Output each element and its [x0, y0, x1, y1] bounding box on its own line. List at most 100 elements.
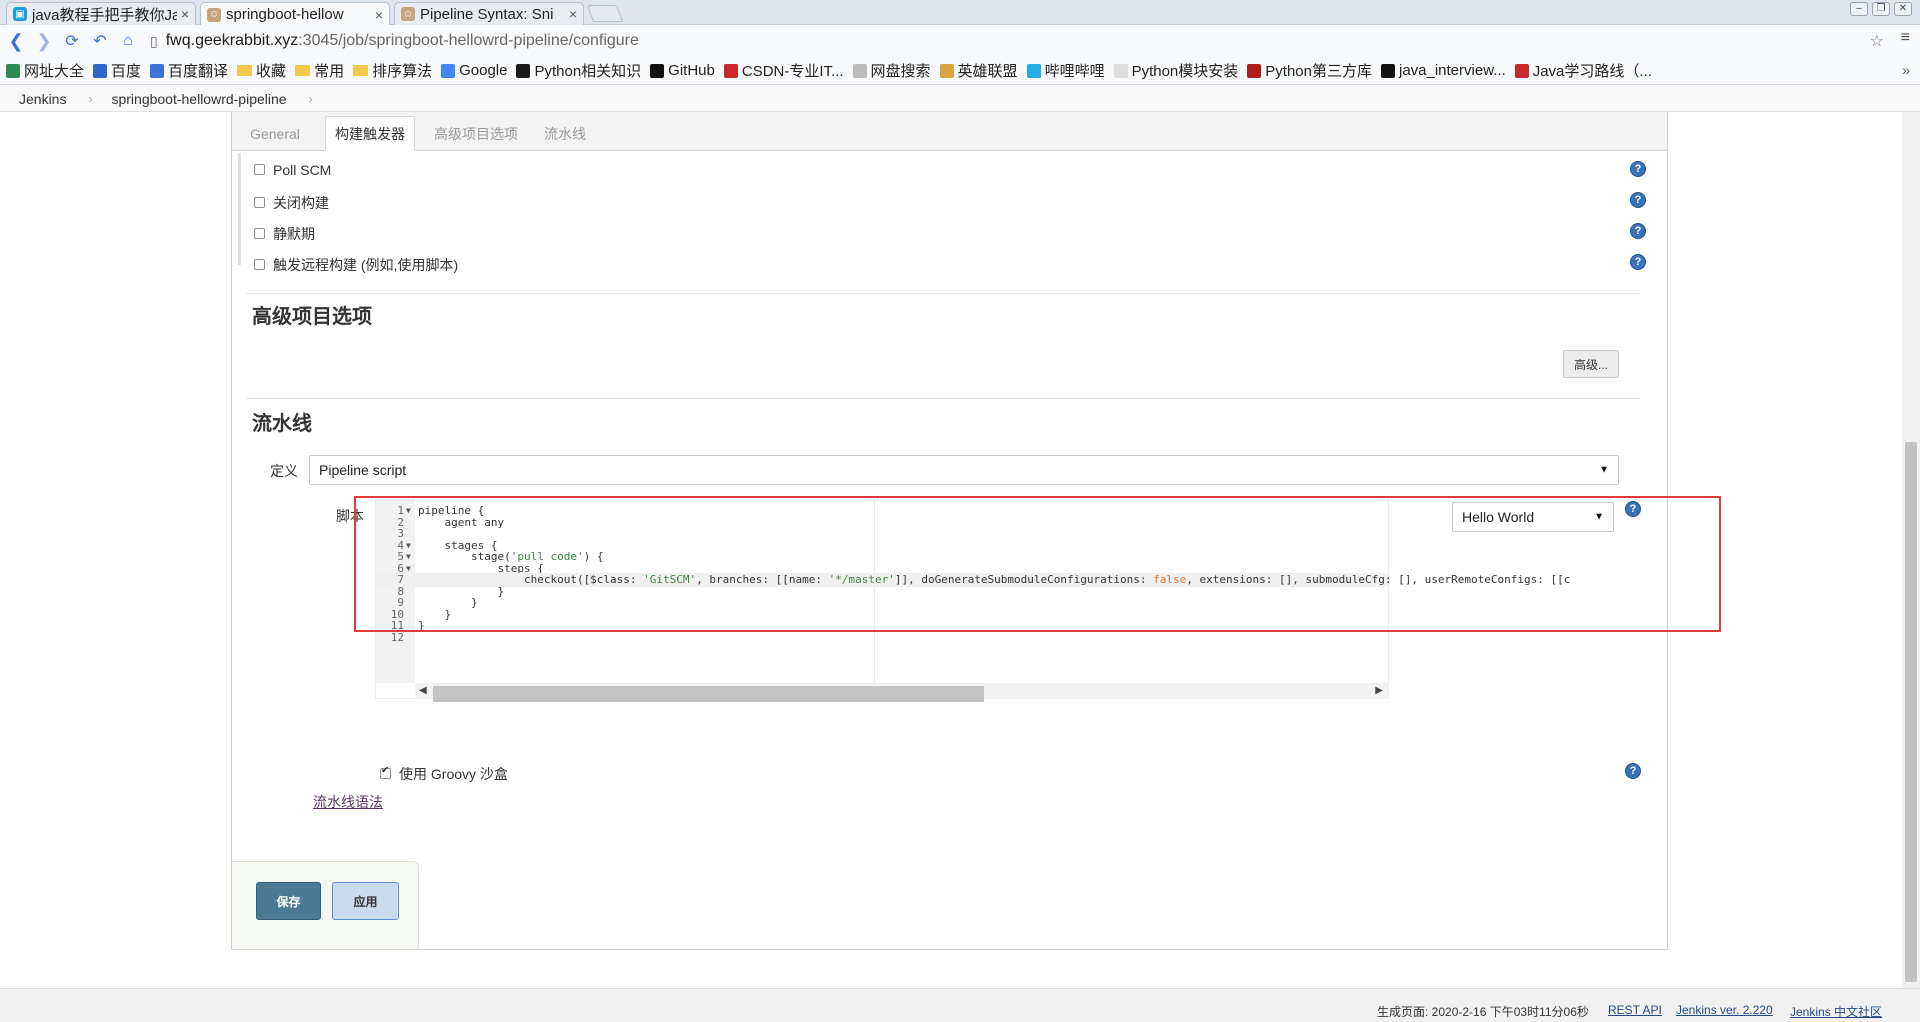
page-vertical-scrollbar[interactable]: [1902, 112, 1920, 988]
disable-build-checkbox[interactable]: [254, 196, 265, 208]
bookmark-label: GitHub: [668, 62, 715, 79]
tab-advanced-options[interactable]: 高级项目选项: [428, 116, 524, 151]
url-field[interactable]: ▯ fwq.geekrabbit.xyz:3045/job/springboot…: [150, 32, 639, 50]
quiet-period-checkbox[interactable]: [254, 227, 265, 239]
restore-icon[interactable]: ❐: [1872, 2, 1890, 16]
refresh-icon[interactable]: ⟳: [60, 31, 84, 51]
groovy-sandbox-label: 使用 Groovy 沙盒: [399, 766, 508, 782]
csdn-icon: [1514, 63, 1529, 78]
bookmark-item[interactable]: 排序算法: [353, 60, 432, 81]
bookmark-label: 百度翻译: [168, 63, 229, 80]
pipeline-section-title: 流水线: [252, 413, 312, 435]
chevron-right-icon[interactable]: ›: [88, 92, 92, 106]
rest-api-link[interactable]: REST API: [1608, 1003, 1662, 1017]
close-icon[interactable]: ×: [375, 7, 383, 23]
browser-tab-3[interactable]: ☺ Pipeline Syntax: Sni ×: [394, 2, 584, 25]
close-icon[interactable]: ×: [569, 6, 577, 22]
breadcrumb-job[interactable]: springboot-hellowrd-pipeline: [111, 91, 286, 107]
bookmark-item[interactable]: 哔哩哔哩: [1026, 60, 1105, 81]
browser-tabstrip: ▣ java教程手把手教你JavaS × ☺ springboot-hellow…: [0, 0, 1920, 26]
breadcrumb-jenkins[interactable]: Jenkins: [19, 91, 66, 107]
trigger-quiet-period[interactable]: 静默期: [254, 224, 315, 244]
tab-label: Pipeline Syntax: Sni: [420, 5, 554, 23]
bookmark-item[interactable]: 收藏: [237, 60, 286, 81]
bookmark-item[interactable]: 网盘搜索: [852, 60, 931, 81]
definition-select[interactable]: Pipeline script ▼: [309, 455, 1619, 485]
more-bookmarks-icon[interactable]: »: [1902, 62, 1910, 78]
bookmark-item[interactable]: GitHub: [650, 62, 715, 79]
scrollbar-thumb[interactable]: [433, 686, 984, 702]
groovy-sandbox-checkbox[interactable]: [380, 765, 391, 779]
bookmark-label: 哔哩哔哩: [1044, 63, 1105, 80]
bookmark-item[interactable]: 英雄联盟: [939, 60, 1018, 81]
save-button[interactable]: 保存: [256, 882, 321, 920]
page-icon: [1113, 63, 1128, 78]
bookmark-item[interactable]: Python相关知识: [516, 60, 641, 81]
window-controls: – ❐ ✕: [1850, 2, 1912, 16]
help-icon[interactable]: ?: [1630, 254, 1646, 270]
folder-icon: [353, 65, 369, 76]
close-window-icon[interactable]: ✕: [1894, 2, 1912, 16]
back-icon[interactable]: ❮: [4, 31, 28, 52]
pipeline-syntax-link[interactable]: 流水线语法: [313, 792, 383, 812]
sample-script-select[interactable]: Hello World ▼: [1452, 502, 1614, 532]
trigger-label: 触发远程构建 (例如,使用脚本): [273, 257, 459, 273]
bookmark-item[interactable]: 网址大全: [6, 60, 84, 81]
config-tabbar: General 构建触发器 高级项目选项 流水线: [232, 112, 1667, 151]
scroll-right-icon[interactable]: ▶: [1375, 683, 1383, 699]
bookmark-item[interactable]: Java学习路线（...: [1514, 60, 1652, 81]
folder-icon: [295, 65, 311, 76]
bookmark-item[interactable]: 常用: [295, 60, 344, 81]
help-icon[interactable]: ?: [1630, 192, 1646, 208]
bookmark-item[interactable]: Google: [441, 62, 507, 79]
help-icon[interactable]: ?: [1630, 161, 1646, 177]
code-line[interactable]: 12: [376, 631, 1388, 645]
scroll-left-icon[interactable]: ◀: [419, 683, 427, 699]
undo-icon[interactable]: ↶: [88, 31, 112, 51]
browser-tab-2[interactable]: ☺ springboot-hellow ×: [200, 2, 390, 26]
groovy-sandbox-option[interactable]: 使用 Groovy 沙盒: [380, 764, 508, 784]
trigger-remote-build[interactable]: 触发远程构建 (例如,使用脚本): [254, 255, 458, 275]
url-host: fwq.geekrabbit.xyz: [165, 32, 299, 49]
forward-icon[interactable]: ❯: [32, 31, 56, 52]
home-icon[interactable]: ⌂: [116, 32, 140, 50]
bookmark-label: 网盘搜索: [870, 63, 931, 80]
bookmark-item[interactable]: CSDN-专业IT...: [723, 60, 844, 81]
jenkins-version-link[interactable]: Jenkins ver. 2.220: [1676, 1003, 1773, 1017]
jenkins-icon: ☺: [401, 7, 415, 21]
help-icon[interactable]: ?: [1625, 501, 1641, 517]
bookmark-item[interactable]: Python模块安装: [1113, 60, 1238, 81]
remote-build-checkbox[interactable]: [254, 258, 265, 270]
help-icon[interactable]: ?: [1625, 763, 1641, 779]
trigger-poll-scm[interactable]: Poll SCM: [254, 162, 331, 178]
bookmark-item[interactable]: java_interview...: [1380, 62, 1506, 79]
star-icon[interactable]: ☆: [1870, 31, 1884, 51]
new-tab-button[interactable]: [586, 5, 624, 22]
scrollbar-thumb[interactable]: [1905, 442, 1917, 982]
advanced-button[interactable]: 高级...: [1563, 350, 1619, 378]
bookmark-item[interactable]: 百度翻译: [150, 60, 228, 81]
paw-icon: [93, 63, 108, 78]
menu-icon[interactable]: ≡: [1901, 29, 1910, 47]
poll-scm-checkbox[interactable]: [254, 163, 265, 175]
browser-tab-1[interactable]: ▣ java教程手把手教你JavaS ×: [6, 2, 196, 25]
tab-pipeline[interactable]: 流水线: [541, 116, 589, 151]
csdn-icon: [723, 63, 738, 78]
apply-button[interactable]: 应用: [332, 882, 399, 920]
editor-horizontal-scrollbar[interactable]: ◀ ▶: [415, 683, 1389, 702]
bookmark-item[interactable]: 百度: [93, 60, 141, 81]
google-icon: [441, 63, 456, 78]
minimize-icon[interactable]: –: [1850, 2, 1868, 16]
community-link[interactable]: Jenkins 中文社区: [1790, 1003, 1882, 1020]
tab-build-triggers[interactable]: 构建触发器: [325, 116, 415, 151]
close-icon[interactable]: ×: [181, 6, 189, 22]
section-indicator: [238, 153, 241, 265]
bookmark-item[interactable]: Python第三方库: [1247, 60, 1372, 81]
help-icon[interactable]: ?: [1630, 223, 1646, 239]
bookmark-label: 常用: [314, 63, 345, 80]
dropdown-arrow-icon: ▼: [1594, 511, 1604, 523]
script-editor[interactable]: 1 ▼ pipeline {2 agent any 3 4 ▼ stages {5 ▼ st…: [375, 499, 1570, 702]
chevron-right-icon[interactable]: ›: [309, 92, 313, 106]
tab-general[interactable]: General: [242, 116, 308, 151]
trigger-disable-build[interactable]: 关闭构建: [254, 193, 329, 213]
